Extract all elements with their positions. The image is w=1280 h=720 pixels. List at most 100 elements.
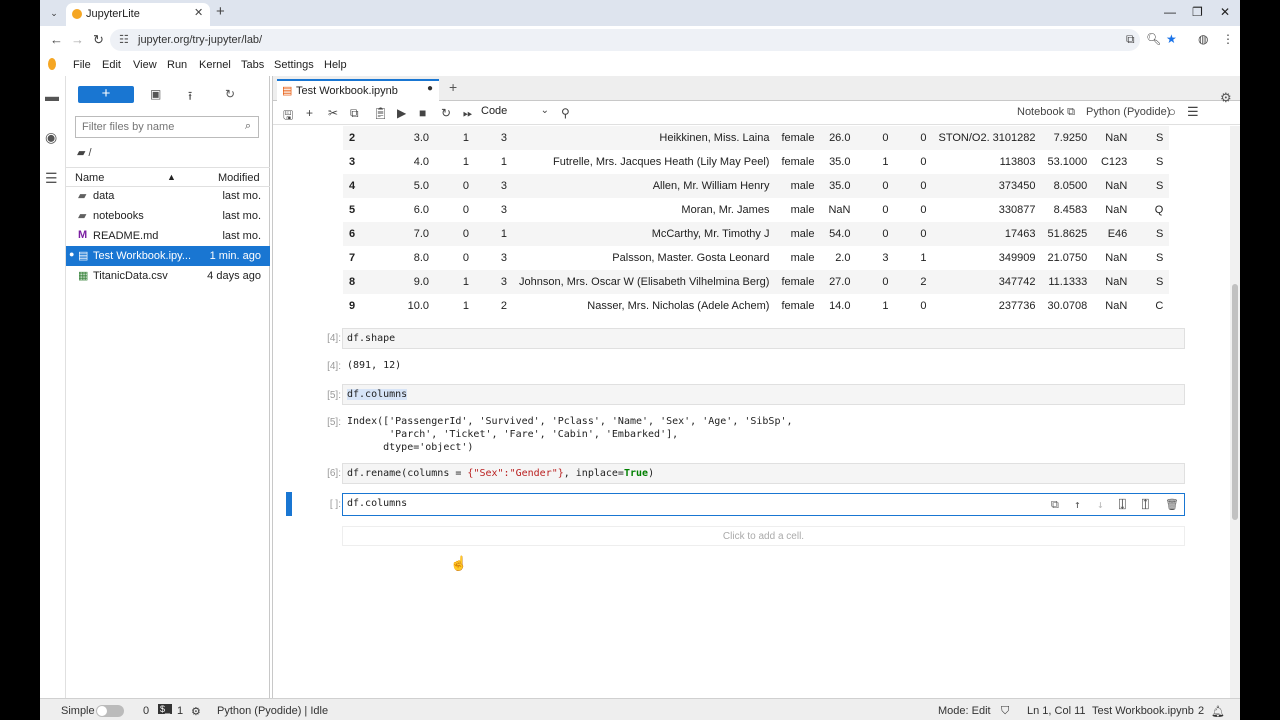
menu-edit[interactable]: Edit bbox=[102, 59, 121, 71]
forward-icon[interactable]: → bbox=[71, 32, 84, 47]
new-folder-icon[interactable]: ▣ bbox=[150, 87, 161, 101]
site-info-icon[interactable]: ☷ bbox=[119, 33, 129, 46]
browser-menu-icon[interactable]: ⋮ bbox=[1222, 32, 1234, 46]
file-item-readme[interactable]: M README.md last mo. bbox=[66, 226, 270, 246]
property-inspector-gear-icon[interactable]: ⚙ bbox=[1220, 90, 1232, 106]
save-icon[interactable]: 🖫 bbox=[283, 106, 293, 127]
output-prompt: [5]: bbox=[327, 417, 341, 428]
restore-icon[interactable]: ❐ bbox=[1192, 5, 1203, 19]
menu-tabs[interactable]: Tabs bbox=[241, 59, 264, 71]
insert-above-icon[interactable]: ⍗ bbox=[1119, 498, 1126, 511]
duplicate-cell-icon[interactable]: ⧉ bbox=[1051, 498, 1059, 512]
file-item-titanic-csv[interactable]: ▦ TitanicData.csv 4 days ago bbox=[66, 266, 270, 286]
debugger-pin-icon[interactable]: ⚲ bbox=[561, 106, 570, 120]
table-cell: 349909 bbox=[998, 252, 1036, 264]
back-icon[interactable]: ← bbox=[50, 32, 63, 47]
input-prompt: [4]: bbox=[327, 333, 341, 344]
minimize-icon[interactable]: — bbox=[1164, 5, 1176, 19]
file-item-notebooks[interactable]: ▰ notebooks last mo. bbox=[66, 206, 270, 226]
new-launcher-button[interactable]: + bbox=[78, 86, 134, 103]
refresh-icon[interactable]: ↻ bbox=[225, 87, 235, 101]
reload-icon[interactable]: ↻ bbox=[93, 32, 104, 48]
restart-kernel-icon[interactable]: ↻ bbox=[441, 106, 451, 120]
menu-file[interactable]: File bbox=[73, 59, 91, 71]
terminals-count[interactable]: 0 bbox=[143, 705, 149, 717]
insert-below-icon[interactable]: ⍐ bbox=[1142, 498, 1149, 511]
shield-icon[interactable]: ⛉ bbox=[1001, 705, 1009, 718]
table-cell: 0 bbox=[462, 252, 469, 264]
menu-kernel[interactable]: Kernel bbox=[199, 59, 231, 71]
property-inspector-icon[interactable]: ☰ bbox=[1187, 104, 1199, 120]
table-of-contents-icon[interactable]: ☰ bbox=[45, 170, 58, 187]
move-down-icon[interactable]: ↓ bbox=[1097, 498, 1104, 511]
table-cell: 14.0 bbox=[829, 300, 851, 312]
tab-search-icon[interactable]: ⌄ bbox=[46, 5, 62, 21]
bell-icon[interactable]: 🔔︎ bbox=[1211, 705, 1225, 718]
restart-run-all-icon[interactable]: ⏩︎ bbox=[463, 106, 473, 121]
breadcrumb[interactable]: ▰ / bbox=[77, 146, 92, 159]
cut-icon[interactable]: ✂ bbox=[328, 106, 338, 120]
copy-icon[interactable]: ⧉ bbox=[350, 106, 359, 121]
status-file-name: Test Workbook.ipynb bbox=[1092, 705, 1194, 717]
menu-view[interactable]: View bbox=[133, 59, 157, 71]
sort-ascending-icon[interactable]: ▲ bbox=[167, 172, 176, 182]
kernel-status[interactable]: Python (Pyodide) | Idle bbox=[217, 705, 328, 717]
folder-icon: ▰ bbox=[78, 190, 87, 202]
browser-tab[interactable]: JupyterLite ✕ bbox=[66, 3, 210, 26]
move-up-icon[interactable]: ↑ bbox=[1074, 498, 1081, 511]
code-cell-input[interactable]: df.columns bbox=[342, 384, 1185, 405]
column-modified-header[interactable]: Modified bbox=[218, 172, 260, 184]
active-code-cell-input[interactable]: df.columns ⧉ ↑ ↓ ⍗ ⍐ 🗑︎ bbox=[342, 493, 1185, 516]
running-kernels-icon[interactable]: ◉ bbox=[45, 129, 57, 146]
cell-type-select[interactable]: Code ⌄ bbox=[481, 105, 549, 121]
upload-icon[interactable]: ⭱ bbox=[188, 87, 192, 108]
notebook-tab[interactable]: ▤ Test Workbook.ipynb ● bbox=[277, 79, 439, 101]
editor-mode[interactable]: Mode: Edit bbox=[938, 705, 991, 717]
file-filter-field[interactable]: ⌕ bbox=[75, 116, 259, 138]
cursor-position[interactable]: Ln 1, Col 11 bbox=[1027, 705, 1086, 717]
breadcrumb-root[interactable]: / bbox=[89, 147, 92, 159]
notebook-open-button[interactable]: Notebook ⧉ bbox=[1017, 106, 1075, 119]
file-item-data[interactable]: ▰ data last mo. bbox=[66, 186, 270, 206]
stop-icon[interactable]: ■ bbox=[419, 106, 426, 120]
file-item-test-workbook[interactable]: ● ▤ Test Workbook.ipy... 1 min. ago bbox=[66, 246, 270, 266]
url-field[interactable]: ☷ jupyter.org/try-jupyter/lab/ bbox=[110, 29, 1140, 51]
kernel-name-button[interactable]: Python (Pyodide) bbox=[1086, 106, 1170, 118]
delete-cell-icon[interactable]: 🗑︎ bbox=[1165, 498, 1179, 511]
new-tab-icon[interactable]: + bbox=[216, 3, 225, 20]
menu-help[interactable]: Help bbox=[324, 59, 347, 71]
notification-count[interactable]: 2 bbox=[1198, 705, 1204, 717]
menu-settings[interactable]: Settings bbox=[274, 59, 314, 71]
notebook-scrollbar[interactable] bbox=[1230, 126, 1240, 698]
code-cell-input[interactable]: df.rename(columns = {"Sex":"Gender"}, in… bbox=[342, 463, 1185, 484]
table-cell: S bbox=[1133, 126, 1170, 150]
code-cell-input[interactable]: df.shape bbox=[342, 328, 1185, 349]
table-cell: 8.4583 bbox=[1053, 204, 1088, 216]
file-filter-input[interactable] bbox=[80, 118, 230, 136]
notebook-tab-title: Test Workbook.ipynb bbox=[296, 85, 398, 97]
menu-run[interactable]: Run bbox=[167, 59, 187, 71]
window-close-icon[interactable]: ✕ bbox=[1220, 5, 1230, 19]
table-cell: 0 bbox=[856, 126, 895, 150]
table-cell: 35.0 bbox=[829, 156, 851, 168]
paste-icon[interactable]: 📋︎ bbox=[373, 106, 388, 120]
new-launcher-tab-icon[interactable]: + bbox=[449, 79, 457, 95]
zoom-icon[interactable]: 🔍︎ bbox=[1146, 32, 1161, 46]
unsaved-dot-icon[interactable]: ● bbox=[427, 83, 433, 94]
close-tab-icon[interactable]: ✕ bbox=[194, 6, 203, 19]
column-name-header[interactable]: Name bbox=[75, 172, 104, 184]
profile-icon[interactable]: ◍ bbox=[1198, 32, 1208, 46]
install-app-icon[interactable]: ⧉ bbox=[1126, 32, 1135, 47]
notebook-content[interactable]: 2 3.0 1 3 Heikkinen, Miss. Laina female 26.0 0 0… bbox=[273, 126, 1228, 698]
bookmark-star-icon[interactable]: ★ bbox=[1166, 32, 1177, 46]
simple-mode-toggle[interactable] bbox=[96, 705, 124, 717]
add-cell-button[interactable]: Click to add a cell. bbox=[342, 526, 1185, 546]
dataframe-output: 2 3.0 1 3 Heikkinen, Miss. Laina female 26.0 0 0… bbox=[343, 126, 1170, 318]
kernels-count[interactable]: 1 bbox=[177, 705, 183, 717]
file-browser-icon[interactable]: ▬ bbox=[45, 88, 59, 104]
run-icon[interactable]: ▶ bbox=[397, 106, 406, 120]
insert-cell-icon[interactable]: + bbox=[306, 106, 313, 120]
table-cell: female bbox=[781, 300, 815, 312]
scrollbar-thumb[interactable] bbox=[1232, 284, 1238, 520]
output-prompt: [4]: bbox=[327, 361, 341, 372]
